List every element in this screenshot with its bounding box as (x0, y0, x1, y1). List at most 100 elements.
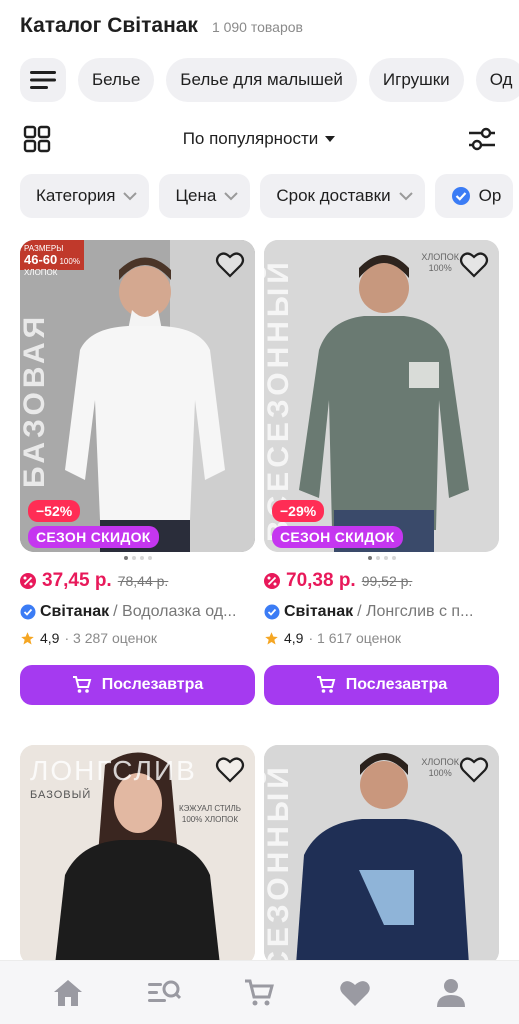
seller-name: Світанак (284, 603, 354, 620)
favorites-icon (340, 980, 371, 1006)
filter-settings-button[interactable] (465, 122, 499, 156)
tab-home[interactable] (48, 973, 88, 1013)
chevron-down-icon (123, 191, 138, 200)
product-card[interactable]: БАЗОВАЯ РАЗМЕРЫ 46-60 100% ХЛОПОК −52% С… (20, 240, 255, 705)
pager-dot (131, 556, 136, 560)
sliders-icon (469, 127, 495, 151)
reviews-count: · 3 287 оценок (64, 630, 158, 646)
price-row: 37,45 р. 78,44 р. (20, 570, 168, 592)
pager-dot (375, 556, 380, 560)
tab-cart[interactable] (239, 973, 279, 1013)
home-icon (53, 979, 82, 1006)
filter-chips: Категория Цена Срок доставки Ор (20, 174, 514, 218)
page-title: Каталог Світанак (20, 14, 198, 37)
add-to-cart-button[interactable]: Послезавтра (264, 665, 499, 705)
chip-underwear[interactable]: Белье (78, 58, 155, 102)
style-text-line1: КЭЖУАЛ СТИЛЬ (178, 804, 241, 813)
product-card[interactable]: ВСЕСЕЗОННЫЙ ХЛОПОК 100% (264, 745, 499, 965)
current-price: 70,38 р. (286, 570, 356, 591)
product-image[interactable]: БАЗОВАЯ РАЗМЕРЫ 46-60 100% ХЛОПОК −52% С… (20, 240, 255, 552)
chip-baby-underwear[interactable]: Белье для малышей (166, 58, 357, 102)
cart-icon (245, 979, 275, 1005)
sort-dropdown[interactable]: По популярности (183, 129, 337, 149)
old-price: 78,44 р. (117, 573, 169, 589)
rating-row: 4,9 · 1 617 оценок (264, 630, 401, 646)
filter-original-label: Ор (478, 186, 502, 205)
size-badge-range: 46-60 (24, 252, 58, 267)
product-card[interactable]: ЛОНГСЛИВ БАЗОВЫЙ КЭЖУАЛ СТИЛЬ 100% ХЛОПО… (20, 745, 255, 965)
rating-value: 4,9 (284, 630, 304, 646)
filter-delivery-label: Срок доставки (276, 186, 391, 205)
sub-text: БАЗОВЫЙ (30, 789, 92, 801)
seller-row[interactable]: Світанак / Водолазка од... (20, 603, 255, 621)
favorite-heart-icon[interactable] (215, 250, 245, 280)
pager-dot (383, 556, 388, 560)
cotton-tag-line2: 100% (428, 768, 452, 778)
product-image[interactable]: ВСЕСЕЗОННЫЙ ХЛОПОК 100% (264, 745, 499, 965)
product-image[interactable]: ВСЕСЕЗОННЫЙ ХЛОПОК 100% −29% СЕЗОН СКИДО… (264, 240, 499, 552)
cart-icon (72, 676, 92, 693)
tab-profile[interactable] (431, 973, 471, 1013)
filter-category-label: Категория (36, 186, 116, 205)
cotton-tag: ХЛОПОК 100% (421, 757, 459, 779)
cart-icon (316, 676, 336, 693)
filter-price[interactable]: Цена (159, 174, 251, 218)
add-to-cart-button[interactable]: Послезавтра (20, 665, 255, 705)
product-name: / Водолазка од... (113, 603, 237, 620)
cotton-tag-line2: 100% (428, 263, 452, 273)
pager-dot (147, 556, 152, 560)
seller-name: Світанак (40, 603, 110, 620)
seller-row[interactable]: Світанак / Лонгслив с п... (264, 603, 499, 621)
pager-dot (367, 556, 372, 560)
grid-view-button[interactable] (20, 122, 54, 156)
chip-toys[interactable]: Игрушки (368, 58, 464, 102)
filter-original[interactable]: Ор (434, 174, 514, 218)
catalog-search-icon (147, 980, 181, 1002)
style-text-line2: 100% ХЛОПОК (181, 815, 239, 824)
discount-badge: −52% (28, 500, 81, 522)
style-text: КЭЖУАЛ СТИЛЬ 100% ХЛОПОК (179, 803, 241, 825)
sort-bar: По популярности (20, 120, 499, 158)
pager-dot (123, 556, 128, 560)
image-pager-dots (264, 556, 499, 560)
bottom-tab-bar (0, 960, 519, 1024)
profile-icon (437, 978, 466, 1007)
reviews-count: · 1 617 оценок (308, 630, 402, 646)
filter-category[interactable]: Категория (20, 174, 150, 218)
tab-catalog[interactable] (144, 973, 184, 1013)
category-chips: Белье Белье для малышей Игрушки Од (20, 58, 519, 102)
price-row: 70,38 р. 99,52 р. (264, 570, 412, 592)
discount-badge: −29% (272, 500, 325, 522)
chevron-down-icon (398, 191, 413, 200)
star-icon (265, 631, 278, 644)
season-sale-badge: СЕЗОН СКИДОК (28, 526, 159, 548)
size-badge: РАЗМЕРЫ 46-60 100% ХЛОПОК (20, 240, 84, 277)
menu-button[interactable] (20, 58, 66, 102)
catalog-header: Каталог Світанак 1 090 товаров (20, 14, 303, 38)
product-card[interactable]: ВСЕСЕЗОННЫЙ ХЛОПОК 100% −29% СЕЗОН СКИДО… (264, 240, 499, 705)
caret-down-icon (325, 136, 336, 142)
image-pager-dots (20, 556, 255, 560)
filter-delivery-time[interactable]: Срок доставки (260, 174, 425, 218)
product-image[interactable]: ЛОНГСЛИВ БАЗОВЫЙ КЭЖУАЛ СТИЛЬ 100% ХЛОПО… (20, 745, 255, 965)
favorite-heart-icon[interactable] (215, 755, 245, 785)
cotton-tag-line1: ХЛОПОК (421, 757, 459, 767)
favorite-heart-icon[interactable] (459, 755, 489, 785)
verified-seller-icon (264, 604, 280, 620)
chip-clothes[interactable]: Од (475, 58, 519, 102)
delivery-label: Послезавтра (101, 676, 204, 693)
old-price: 99,52 р. (361, 573, 413, 589)
side-text: ВСЕСЕЗОННЫЙ (264, 763, 295, 965)
filter-price-label: Цена (175, 186, 217, 205)
grid-icon (23, 125, 51, 153)
rating-value: 4,9 (40, 630, 60, 646)
cotton-tag-line1: ХЛОПОК (421, 252, 459, 262)
tab-favorites[interactable] (335, 973, 375, 1013)
favorite-heart-icon[interactable] (459, 250, 489, 280)
verified-seller-icon (20, 604, 36, 620)
star-icon (21, 631, 34, 644)
discount-percent-icon (20, 573, 36, 589)
items-count: 1 090 товаров (211, 19, 303, 35)
rating-row: 4,9 · 3 287 оценок (20, 630, 157, 646)
pager-dot (139, 556, 144, 560)
